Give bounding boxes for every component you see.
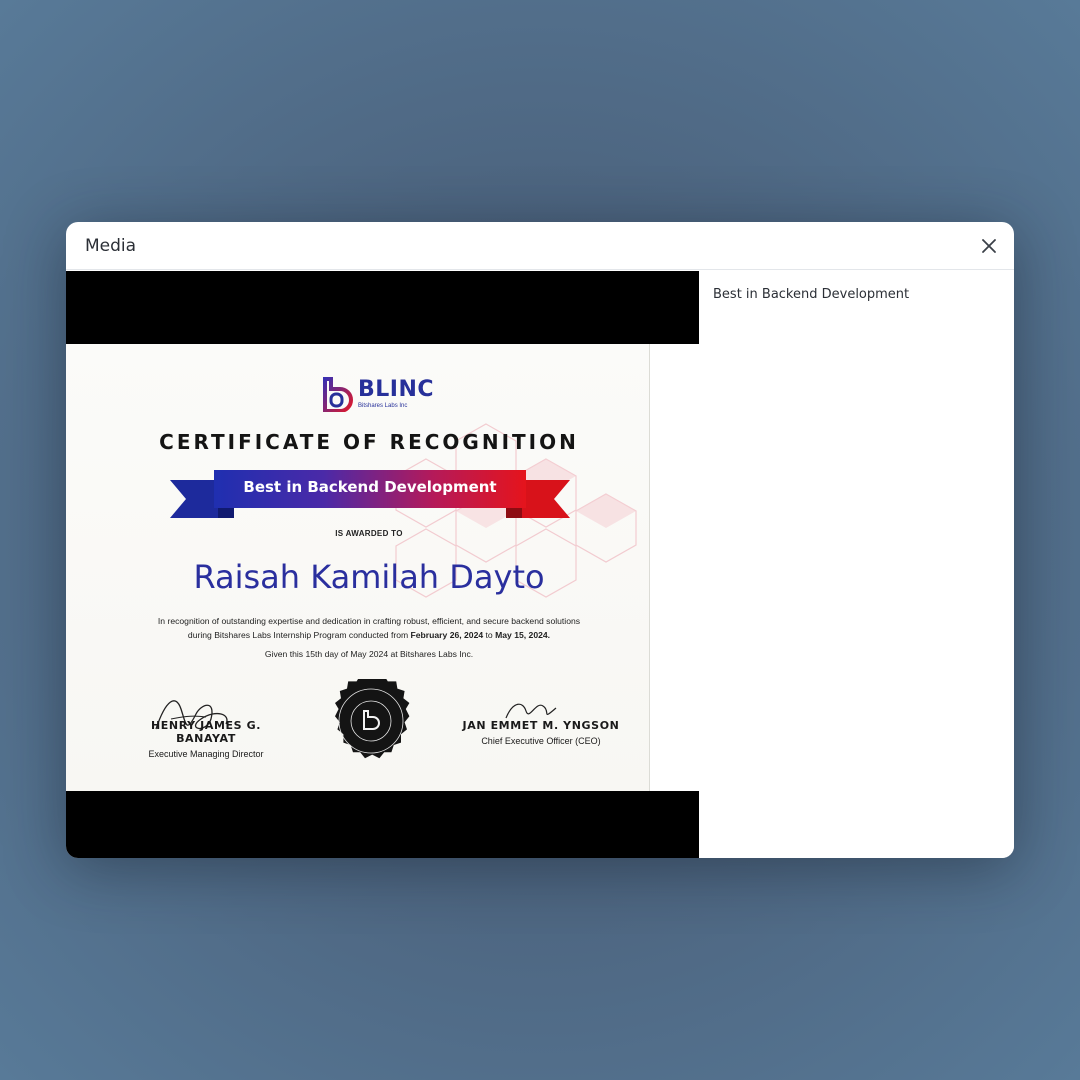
given-line: Given this 15th day of May 2024 at Bitsh… [264, 649, 474, 659]
signatory-name: JAN EMMET M. YNGSON [462, 719, 620, 732]
end-date: May 15, 2024. [495, 630, 551, 640]
signatory-role: Chief Executive Officer (CEO) [481, 736, 601, 746]
company-logo: BLINC Bitshares Labs Inc [320, 374, 434, 414]
signatory-role: Executive Managing Director [148, 749, 264, 759]
company-seal-icon [334, 679, 410, 759]
certificate-description: In recognition of outstanding expertise … [106, 614, 632, 642]
description-line-2: during Bitshares Labs Internship Program… [106, 628, 632, 642]
media-viewer[interactable]: BLINC Bitshares Labs Inc CERTIFICATE OF … [66, 271, 699, 858]
recipient-name: Raisah Kamilah Dayto [193, 558, 545, 596]
certificate-heading: CERTIFICATE OF RECOGNITION [159, 430, 579, 454]
modal-body: BLINC Bitshares Labs Inc CERTIFICATE OF … [66, 271, 1014, 858]
caption-pane: Best in Backend Development [699, 271, 1014, 858]
logo-text: BLINC [358, 377, 435, 402]
modal-title: Media [85, 236, 137, 256]
signatory-name: HENRY JAMES G. BANAYAT [150, 719, 261, 745]
certificate-image: BLINC Bitshares Labs Inc CERTIFICATE OF … [66, 344, 699, 791]
blinc-logo-icon [323, 377, 353, 412]
description-prefix: during Bitshares Labs Internship Program… [187, 630, 411, 640]
award-title: Best in Backend Development [243, 478, 497, 496]
description-mid: to [483, 630, 496, 640]
close-button[interactable] [978, 235, 1000, 257]
modal-header: Media [66, 222, 1014, 270]
media-modal: Media BLINC Bitshares Labs Inc CERTIFICA… [66, 222, 1014, 858]
signatory-left: HENRY JAMES G. BANAYAT Executive Managin… [126, 719, 286, 759]
awarded-to-label: IS AWARDED TO [335, 529, 403, 538]
description-line-1: In recognition of outstanding expertise … [157, 616, 581, 626]
start-date: February 26, 2024 [410, 630, 484, 640]
media-caption: Best in Backend Development [713, 287, 910, 302]
close-icon [982, 239, 996, 253]
signatory-right: JAN EMMET M. YNGSON Chief Executive Offi… [451, 719, 631, 746]
logo-subtext: Bitshares Labs Inc [358, 403, 408, 409]
